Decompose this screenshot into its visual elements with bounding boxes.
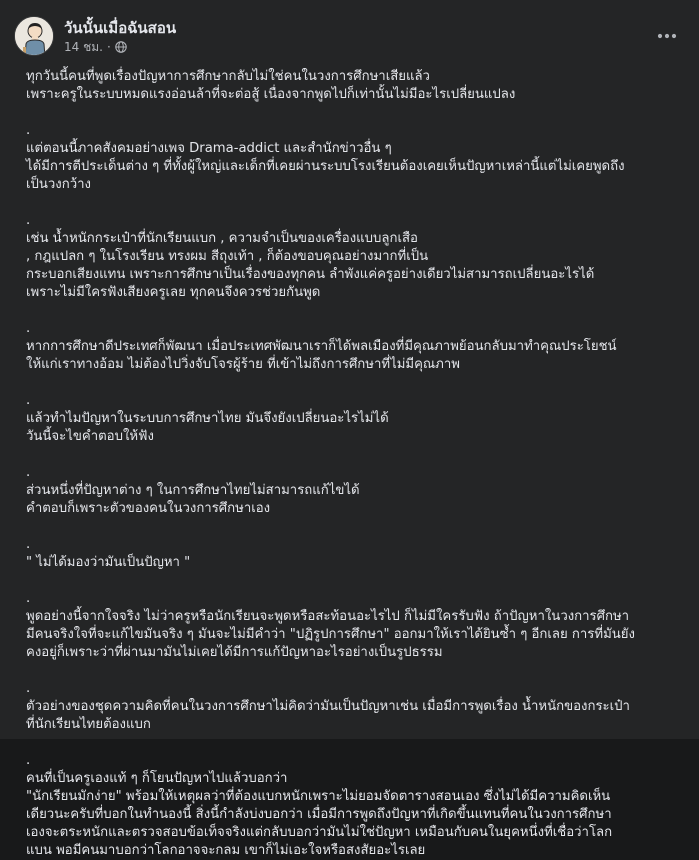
post-line: ได้มีการตีประเด็นต่าง ๆ ที่ทั้งผู้ใหญ่แล… (26, 159, 625, 174)
post-line: เพราะไม่มีใครฟังเสียงครูเลย ทุกคนจึงควรช… (26, 285, 321, 300)
post-line: ให้แก่เราทางอ้อม ไม่ต้องไปวิ่งจับโจรผู้ร… (26, 357, 460, 372)
globe-icon[interactable] (115, 40, 127, 53)
post-line: ที่นักเรียนไทยต้องแบก (26, 717, 151, 732)
post-line (26, 194, 678, 212)
meta-separator: · (106, 39, 111, 54)
post-line: ส่วนหนึ่งที่ปัญหาต่าง ๆ ในการศึกษาไทยไม่… (26, 483, 360, 498)
post-card: วันนั้นเมื่อฉันสอน 14 ชม. · ทุกวันนี้คนท… (0, 0, 699, 858)
post-line (26, 518, 678, 536)
post-line: . (26, 123, 31, 138)
post-line (26, 302, 678, 320)
post-line: . (26, 321, 31, 336)
post-line: วันนี้จะไขคำตอบให้ฟัง (26, 429, 154, 444)
post-meta: 14 ชม. · (64, 39, 176, 55)
author-avatar[interactable] (14, 16, 54, 56)
post-line: . (26, 393, 31, 408)
post-line: . (26, 753, 31, 768)
post-line (26, 572, 678, 590)
post-options-button[interactable] (649, 18, 685, 54)
post-line: แบน พอมีคนมาบอกว่าโลกอาจจะกลม เขาก็ไม่เอ… (26, 843, 426, 858)
header-text: วันนั้นเมื่อฉันสอน 14 ชม. · (64, 18, 176, 55)
post-line (26, 734, 678, 752)
post-line (26, 104, 678, 122)
post-line: . (26, 681, 31, 696)
post-line: . (26, 213, 31, 228)
post-line: . (26, 591, 31, 606)
post-line: คนที่เป็นครูเองแท้ ๆ ก็โยนปัญหาไปแล้วบอก… (26, 771, 288, 786)
post-line: หากการศึกษาดีประเทศก็พัฒนา เมื่อประเทศพั… (26, 339, 617, 354)
post-line (26, 662, 678, 680)
post-line: คำตอบก็เพราะตัวของคนในวงการศึกษาเอง (26, 501, 271, 516)
post-text: ทุกวันนี้คนที่พูดเรื่องปัญหาการศึกษากลับ… (26, 68, 678, 860)
post-line: " ไม่ได้มองว่ามันเป็นปัญหา " (26, 555, 191, 570)
post-line: ทุกวันนี้คนที่พูดเรื่องปัญหาการศึกษากลับ… (26, 69, 430, 84)
post-line: . (26, 537, 31, 552)
post-line: , กฎแปลก ๆ ในโรงเรียน ทรงผม สีถุงเท้า , … (26, 249, 429, 264)
more-horizontal-icon (657, 33, 677, 39)
post-line: แล้วทำไมปัญหาในระบบการศึกษาไทย มันจึงยัง… (26, 411, 389, 426)
post-line: เพราะครูในระบบหมดแรงอ่อนล้าที่จะต่อสู้ เ… (26, 87, 516, 102)
post-line: เช่น น้ำหนักกระเป๋าที่นักเรียนแบก , ความ… (26, 231, 418, 246)
post-line: พูดอย่างนี้จากใจจริง ไม่ว่าครูหรือนักเรี… (26, 609, 630, 624)
post-line: เดียวนะครับที่บอกในทำนองนี้ สิ่งนี้กำลัง… (26, 807, 612, 822)
avatar-illustration (15, 17, 53, 55)
post-line: คงอยู่ก็เพราะว่าที่ผ่านมามันไม่เคยได้มีก… (26, 645, 443, 660)
post-line: ตัวอย่างของชุดความคิดที่คนในวงการศึกษาไม… (26, 699, 630, 714)
post-timestamp[interactable]: 14 ชม. (64, 39, 103, 55)
post-line: "นักเรียนมักง่าย" พร้อมให้เหตุผลว่าที่ต้… (26, 789, 611, 804)
post-line (26, 446, 678, 464)
post-line: มีคนจริงใจที่จะแก้ไขมันจริง ๆ มันจะไม่มี… (26, 627, 635, 642)
post-line: เองจะตระหนักและตรวจสอบข้อเท็จจริงแต่กลับ… (26, 825, 613, 840)
post-line: เป็นวงกว้าง (26, 177, 91, 192)
post-line: . (26, 465, 31, 480)
post-line: กระบอกเสียงแทน เพราะการศึกษาเป็นเรื่องขอ… (26, 267, 595, 282)
post-line: แต่ตอนนี้ภาคสังคมอย่างเพจ Drama-addict แ… (26, 141, 392, 156)
author-name[interactable]: วันนั้นเมื่อฉันสอน (64, 18, 176, 38)
post-line (26, 374, 678, 392)
post-header: วันนั้นเมื่อฉันสอน 14 ชม. · (14, 14, 685, 58)
